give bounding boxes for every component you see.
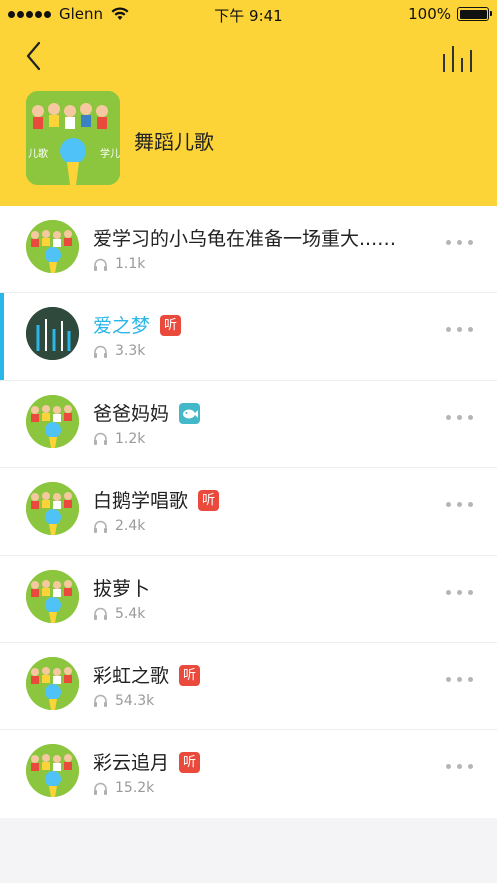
play-count: 5.4k bbox=[93, 606, 145, 622]
headphones-icon bbox=[94, 520, 107, 533]
song-title: 爸爸妈妈 bbox=[93, 399, 201, 426]
song-row[interactable]: 爱之梦听 3.3k bbox=[0, 293, 497, 381]
play-count: 3.3k bbox=[93, 343, 145, 359]
more-icon[interactable] bbox=[446, 240, 473, 245]
song-thumbnail bbox=[26, 656, 79, 710]
listen-badge: 听 bbox=[160, 315, 182, 337]
play-count-value: 3.3k bbox=[115, 343, 146, 360]
song-row[interactable]: 彩云追月听 15.2k bbox=[0, 730, 497, 817]
more-icon[interactable] bbox=[446, 676, 473, 682]
battery-icon bbox=[457, 7, 492, 21]
fish-icon bbox=[179, 402, 201, 424]
play-count: 2.4k bbox=[93, 518, 145, 534]
song-title: 彩云追月听 bbox=[93, 748, 201, 775]
listen-badge: 听 bbox=[179, 664, 201, 686]
song-row[interactable]: 爸爸妈妈 1.2k bbox=[0, 381, 497, 469]
song-row[interactable]: 拔萝卜 5.4k bbox=[0, 556, 497, 643]
play-count-value: 15.2k bbox=[115, 780, 155, 797]
status-right: 100% bbox=[408, 5, 492, 23]
headphones-icon bbox=[94, 345, 107, 358]
song-thumbnail bbox=[26, 220, 79, 273]
song-title-text: 爱之梦 bbox=[93, 315, 151, 338]
song-title-text: 拔萝卜 bbox=[93, 577, 151, 600]
play-count: 15.2k bbox=[93, 780, 154, 796]
headphones-icon bbox=[94, 607, 107, 621]
battery-label: 100% bbox=[408, 5, 451, 23]
cover-label-left: 儿歌 bbox=[28, 149, 48, 160]
more-icon[interactable] bbox=[446, 589, 473, 595]
headphones-icon bbox=[94, 433, 107, 446]
song-title-text: 爸爸妈妈 bbox=[93, 402, 170, 425]
song-title-text: 彩云追月 bbox=[93, 752, 170, 775]
more-icon[interactable] bbox=[446, 502, 473, 508]
chevron-left-icon[interactable] bbox=[20, 40, 50, 72]
play-count-value: 1.1k bbox=[115, 256, 146, 272]
album-cover: 儿歌 学儿 bbox=[26, 91, 120, 185]
play-count-value: 54.3k bbox=[115, 692, 155, 709]
play-count: 54.3k bbox=[93, 693, 154, 709]
song-title-text: 彩虹之歌 bbox=[93, 664, 170, 687]
equalizer-icon[interactable] bbox=[441, 44, 473, 74]
header: Glenn 下午 9:41 100% 儿歌 学儿 舞蹈儿歌 bbox=[0, 0, 497, 206]
more-icon[interactable] bbox=[446, 764, 473, 770]
song-thumbnail bbox=[26, 482, 79, 536]
song-thumbnail bbox=[26, 307, 79, 361]
headphones-icon bbox=[94, 258, 107, 271]
song-title-text: 爱学习的小乌龟在准备一场重大... bbox=[93, 228, 378, 250]
song-list: 爱学习的小乌龟在准备一场重大... 听 1.1k 爱之梦听 3.3k 爸爸妈妈 1.2k 白鹅… bbox=[0, 206, 497, 818]
song-row[interactable]: 彩虹之歌听 54.3k bbox=[0, 643, 497, 731]
song-thumbnail bbox=[26, 394, 79, 448]
cover-label-right: 学儿 bbox=[100, 149, 120, 160]
more-icon[interactable] bbox=[446, 327, 473, 333]
more-icon[interactable] bbox=[446, 414, 473, 420]
play-count: 1.2k bbox=[93, 431, 145, 447]
play-count-value: 1.2k bbox=[115, 430, 146, 447]
song-title: 拔萝卜 bbox=[93, 574, 150, 601]
song-thumbnail bbox=[26, 569, 79, 623]
song-title: 爱之梦听 bbox=[93, 311, 182, 338]
song-thumbnail bbox=[26, 744, 79, 798]
album-cover-art bbox=[26, 91, 120, 185]
song-title: 彩虹之歌听 bbox=[93, 661, 201, 688]
song-title-text: 白鹅学唱歌 bbox=[93, 490, 189, 513]
play-count-value: 2.4k bbox=[115, 518, 146, 535]
headphones-icon bbox=[94, 695, 107, 708]
active-indicator bbox=[0, 293, 4, 381]
song-row[interactable]: 爱学习的小乌龟在准备一场重大... 听 1.1k bbox=[0, 206, 497, 294]
song-title: 爱学习的小乌龟在准备一场重大... 听 bbox=[93, 224, 403, 251]
headphones-icon bbox=[94, 782, 107, 795]
play-count-value: 5.4k bbox=[115, 605, 146, 622]
listen-badge: 听 bbox=[198, 490, 220, 512]
play-count: 1.1k bbox=[93, 256, 145, 272]
song-row[interactable]: 白鹅学唱歌听 2.4k bbox=[0, 468, 497, 556]
status-bar: Glenn 下午 9:41 100% bbox=[0, 0, 497, 30]
song-title: 白鹅学唱歌听 bbox=[93, 486, 220, 513]
album-title: 舞蹈儿歌 bbox=[134, 130, 214, 154]
listen-badge: 听 bbox=[179, 752, 201, 774]
